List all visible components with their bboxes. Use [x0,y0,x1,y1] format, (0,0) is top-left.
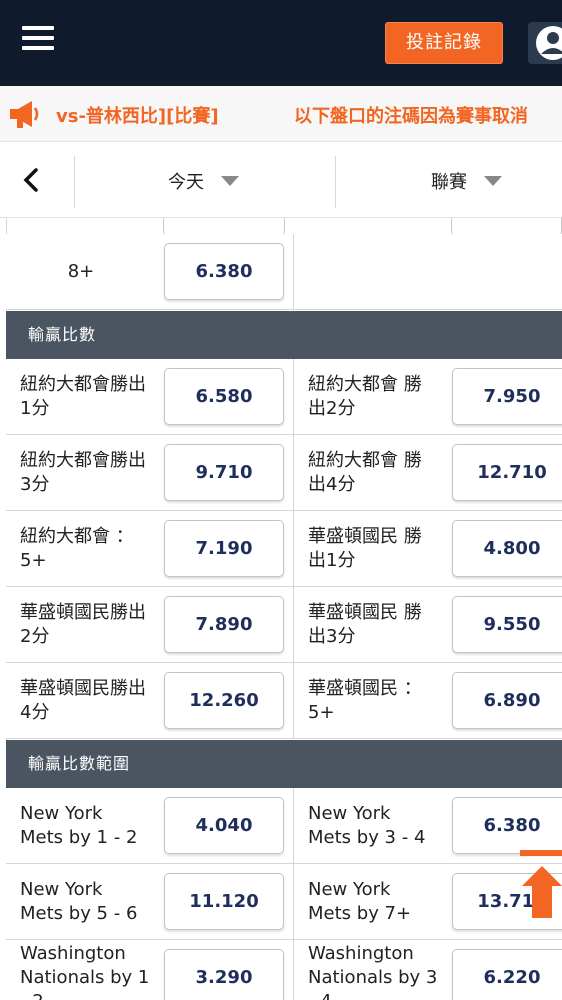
user-icon [536,26,562,60]
table-row: 紐約大都會 ： 5+ 7.190 華盛頓國民 勝出1分 4.800 [6,511,562,587]
selection-label: 紐約大都會 勝出2分 [308,374,422,419]
odds-button[interactable]: 12.260 [164,672,284,729]
odds-cell: Washington Nationals by 1 - 2 3.290 [6,940,293,1000]
table-row: 華盛頓國民勝出4分 12.260 華盛頓國民 ： 5+ 6.890 [6,663,562,739]
odds-button[interactable]: 7.890 [164,596,284,653]
selection-label: 華盛頓國民勝出4分 [20,678,146,723]
odds-button[interactable]: 4.800 [452,520,562,577]
odds-cell: 紐約大都會 ： 5+ 7.190 [6,511,293,587]
selection-label: 紐約大都會 勝出4分 [308,450,422,495]
megaphone-icon [10,101,39,128]
user-account-button[interactable] [528,22,562,64]
odds-cell: 紐約大都會勝出1分 6.580 [6,359,293,435]
odds-button[interactable]: 6.890 [452,672,562,729]
selection-label: 華盛頓國民 勝出1分 [308,526,422,571]
odds-list[interactable]: 8+ 6.380 輸贏比數 紐約大都會勝出1分 6.580 紐約大都會 勝出2分… [0,218,562,1000]
odds-button[interactable]: 11.120 [164,873,284,930]
empty-cell [293,234,562,310]
league-filter-label: 聯賽 [431,172,467,193]
odds-button[interactable]: 4.040 [164,797,284,854]
top-header: 投註記錄 [0,0,562,86]
chevron-left-icon[interactable] [20,166,44,194]
filter-bar: 今天 聯賽 [0,142,562,218]
odds-button[interactable]: 12.710 [452,444,562,501]
caret-down-icon [484,176,502,186]
table-row: 紐約大都會勝出3分 9.710 紐約大都會 勝出4分 12.710 [6,435,562,511]
odds-cell: New York Mets by 1 - 2 4.040 [6,788,293,864]
odds-cell: 8+ 6.380 [6,234,293,310]
odds-button[interactable]: 7.950 [452,368,562,425]
table-row: Washington Nationals by 1 - 2 3.290 Wash… [6,940,562,1000]
odds-cell: 華盛頓國民勝出4分 12.260 [6,663,293,739]
selection-label: New York Mets by 1 - 2 [20,803,138,848]
odds-button[interactable]: 6.220 [452,949,562,1000]
selection-label: 紐約大都會勝出1分 [20,374,146,419]
section-header[interactable]: 輸贏比數範圍 [6,740,562,788]
selection-label: 華盛頓國民勝出2分 [20,602,146,647]
table-row: 8+ 6.380 [6,234,562,310]
table-row: New York Mets by 1 - 2 4.040 New York Me… [6,788,562,864]
table-row: 華盛頓國民勝出2分 7.890 華盛頓國民 勝出3分 9.550 [6,587,562,663]
scroll-top-icon[interactable] [520,850,562,920]
odds-cell: New York Mets by 5 - 6 11.120 [6,864,293,940]
divider [74,156,75,208]
table-row: New York Mets by 5 - 6 11.120 New York M… [6,864,562,940]
odds-button[interactable]: 6.380 [452,797,562,854]
odds-button[interactable]: 6.580 [164,368,284,425]
selection-label: 紐約大都會 ： 5+ [20,526,134,571]
odds-cell: 華盛頓國民勝出2分 7.890 [6,587,293,663]
odds-cell: Washington Nationals by 3 - 4 6.220 [293,940,562,1000]
odds-cell: 紐約大都會 勝出4分 12.710 [293,435,562,511]
selection-label: New York Mets by 7+ [308,879,412,924]
odds-button[interactable]: 9.710 [164,444,284,501]
selection-label: 華盛頓國民 ： 5+ [308,678,422,723]
odds-button[interactable]: 9.550 [452,596,562,653]
selection-label: New York Mets by 3 - 4 [308,803,426,848]
selection-label: New York Mets by 5 - 6 [20,879,138,924]
selection-label: Washington Nationals by 1 - 2 [20,943,150,1000]
ticker-text-right: 以下盤口的注碼因為賽事取消 [294,106,528,127]
ticker-text-left: vs-普林西比][比賽] [56,106,219,127]
selection-label: 紐約大都會勝出3分 [20,450,146,495]
selection-label: Washington Nationals by 3 - 4 [308,943,438,1000]
announcement-ticker: vs-普林西比][比賽] 以下盤口的注碼因為賽事取消 [0,86,562,142]
odds-button[interactable]: 6.380 [164,243,284,300]
date-filter-label: 今天 [168,172,204,193]
selection-label: 華盛頓國民 勝出3分 [308,602,422,647]
odds-cell: 華盛頓國民 勝出3分 9.550 [293,587,562,663]
bet-record-button[interactable]: 投註記錄 [385,22,503,64]
odds-cell: 紐約大都會勝出3分 9.710 [6,435,293,511]
selection-label: 8+ [67,261,95,282]
section-header[interactable]: 輸贏比數 [6,311,562,359]
odds-button[interactable]: 7.190 [164,520,284,577]
odds-cell: 紐約大都會 勝出2分 7.950 [293,359,562,435]
table-row: 紐約大都會勝出1分 6.580 紐約大都會 勝出2分 7.950 [6,359,562,435]
caret-down-icon [221,176,239,186]
odds-button[interactable]: 3.290 [164,949,284,1000]
menu-icon[interactable] [22,26,54,50]
odds-cell: 華盛頓國民 勝出1分 4.800 [293,511,562,587]
divider [335,156,336,208]
odds-cell: 華盛頓國民 ： 5+ 6.890 [293,663,562,739]
